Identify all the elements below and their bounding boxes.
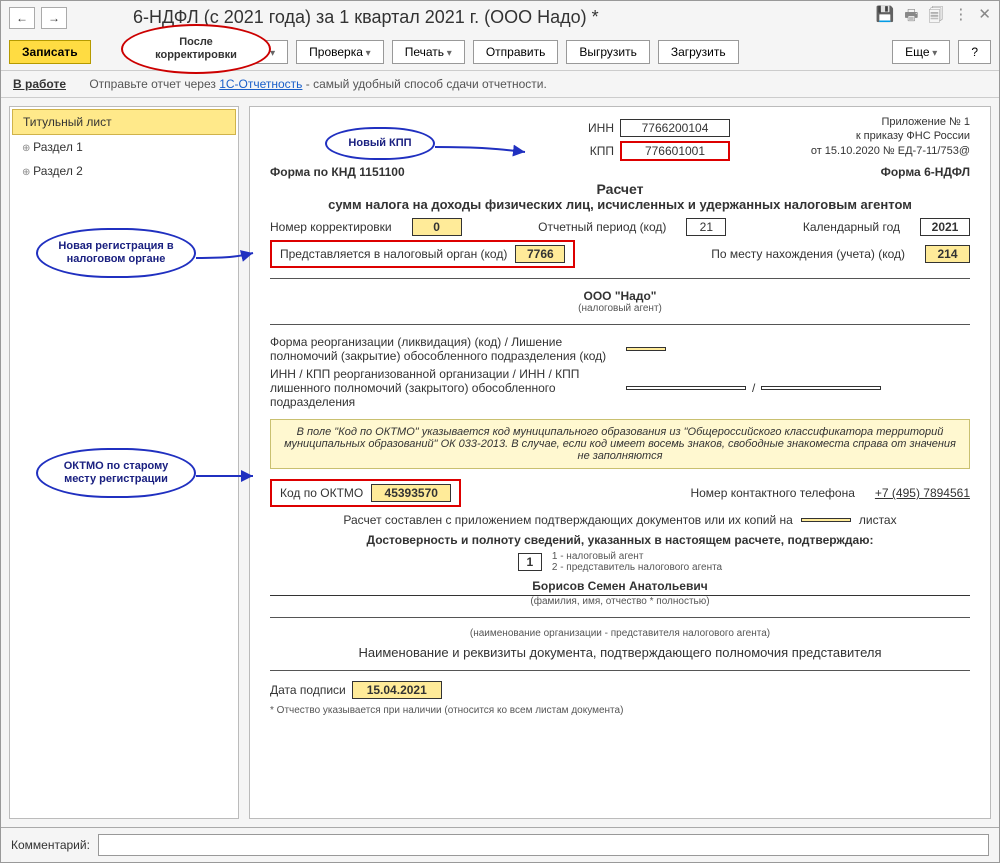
footnote: * Отчество указывается при наличии (отно… <box>270 705 970 716</box>
callout-after-correction: После корректировки <box>121 24 271 74</box>
oktmo-field[interactable]: 45393570 <box>371 484 451 502</box>
status-link[interactable]: В работе <box>13 77 66 91</box>
subheading: сумм налога на доходы физических лиц, ис… <box>270 197 970 212</box>
print-icon[interactable]: 🖶 <box>904 5 918 30</box>
attach-docs-label: Расчет составлен с приложением подтвержд… <box>343 513 792 527</box>
sidebar-item-title[interactable]: Титульный лист <box>12 109 236 135</box>
sheets-label: листах <box>859 513 897 527</box>
sign-date-field[interactable]: 15.04.2021 <box>352 681 442 699</box>
sidebar-item-section1[interactable]: Раздел 1 <box>12 135 236 159</box>
check-button[interactable]: Проверка <box>296 40 384 64</box>
corr-field[interactable]: 0 <box>412 218 462 236</box>
inn-field[interactable]: 7766200104 <box>620 119 730 137</box>
attachment-info: Приложение № 1 к приказу ФНС России от 1… <box>811 115 970 158</box>
send-button[interactable]: Отправить <box>473 40 559 64</box>
place-field[interactable]: 214 <box>925 245 970 263</box>
window-title: 6-НДФЛ (с 2021 года) за 1 квартал 2021 г… <box>73 7 599 28</box>
knd-label: Форма по КНД 1151100 <box>270 165 405 179</box>
confirm-opt1: 1 - налоговый агент <box>552 551 722 562</box>
help-button[interactable]: ? <box>958 40 991 64</box>
confirm-code-field[interactable]: 1 <box>518 553 542 571</box>
comment-label: Комментарий: <box>11 838 90 852</box>
period-field[interactable]: 21 <box>686 218 726 236</box>
reorg-inn-field[interactable] <box>626 386 746 390</box>
save-icon[interactable]: 💾 <box>876 5 895 30</box>
org-name: ООО "Надо" <box>270 289 970 303</box>
rep-hint: (наименование организации - представител… <box>270 628 970 639</box>
heading: Расчет <box>270 181 970 197</box>
oktmo-note: В поле "Код по ОКТМО" указывается код му… <box>270 419 970 469</box>
callout-oktmo-old: ОКТМО по старому месту регистрации <box>36 448 196 498</box>
tax-org-group: Представляется в налоговый орган (код) 7… <box>270 240 575 268</box>
tax-org-field[interactable]: 7766 <box>515 245 565 263</box>
kpp-label: КПП <box>590 144 614 158</box>
comment-input[interactable] <box>98 834 989 856</box>
oktmo-group: Код по ОКТМО 45393570 <box>270 479 461 507</box>
period-label: Отчетный период (код) <box>538 220 666 234</box>
confirm-heading: Достоверность и полноту сведений, указан… <box>270 533 970 547</box>
attach-icon[interactable]: 🗐 <box>928 5 943 30</box>
form-code: Форма 6-НДФЛ <box>881 165 970 179</box>
sidebar-item-section2[interactable]: Раздел 2 <box>12 159 236 183</box>
phone-label: Номер контактного телефона <box>690 486 854 500</box>
year-field[interactable]: 2021 <box>920 218 970 236</box>
more-button[interactable]: Еще <box>892 40 950 64</box>
inn-label: ИНН <box>588 121 614 135</box>
menu-icon[interactable]: ⋮ <box>953 5 968 30</box>
callout-new-reg: Новая регистрация в налоговом органе <box>36 228 196 278</box>
info-hint: Отправьте отчет через <box>89 77 219 91</box>
oktmo-label: Код по ОКТМО <box>280 486 363 500</box>
signer-hint: (фамилия, имя, отчество * полностью) <box>270 596 970 607</box>
callout-new-kpp: Новый КПП <box>325 127 435 160</box>
doc-title: Наименование и реквизиты документа, подт… <box>270 645 970 660</box>
load-button[interactable]: Загрузить <box>658 40 739 64</box>
reorg-label: Форма реорганизации (ликвидация) (код) /… <box>270 335 620 363</box>
write-button[interactable]: Записать <box>9 40 91 64</box>
sign-date-label: Дата подписи <box>270 683 346 697</box>
info-hint2: - самый удобный способ сдачи отчетности. <box>306 77 547 91</box>
phone-field[interactable]: +7 (495) 7894561 <box>875 486 970 500</box>
org-hint: (налоговый агент) <box>270 303 970 314</box>
slash: / <box>752 381 755 395</box>
corr-label: Номер корректировки <box>270 220 392 234</box>
sheets-field[interactable] <box>801 518 851 522</box>
reorg-kpp-field[interactable] <box>761 386 881 390</box>
nav-forward-button[interactable]: → <box>41 7 67 29</box>
link-1c-report[interactable]: 1С-Отчетность <box>219 77 302 91</box>
reorg-code-field[interactable] <box>626 347 666 351</box>
kpp-field[interactable]: 776601001 <box>620 141 730 161</box>
print-button[interactable]: Печать <box>392 40 465 64</box>
place-label: По месту нахождения (учета) (код) <box>711 247 905 261</box>
close-icon[interactable]: ✕ <box>978 5 991 30</box>
unload-button[interactable]: Выгрузить <box>566 40 650 64</box>
confirm-opt2: 2 - представитель налогового агента <box>552 562 722 573</box>
nav-back-button[interactable]: ← <box>9 7 35 29</box>
signer-name[interactable]: Борисов Семен Анатольевич <box>270 579 970 596</box>
tax-org-label: Представляется в налоговый орган (код) <box>280 247 507 261</box>
form-content: Новый КПП ИНН 7766200104 КПП 776601001 <box>249 106 991 819</box>
year-label: Календарный год <box>803 220 900 234</box>
reorg-inn-label: ИНН / КПП реорганизованной организации /… <box>270 367 620 409</box>
